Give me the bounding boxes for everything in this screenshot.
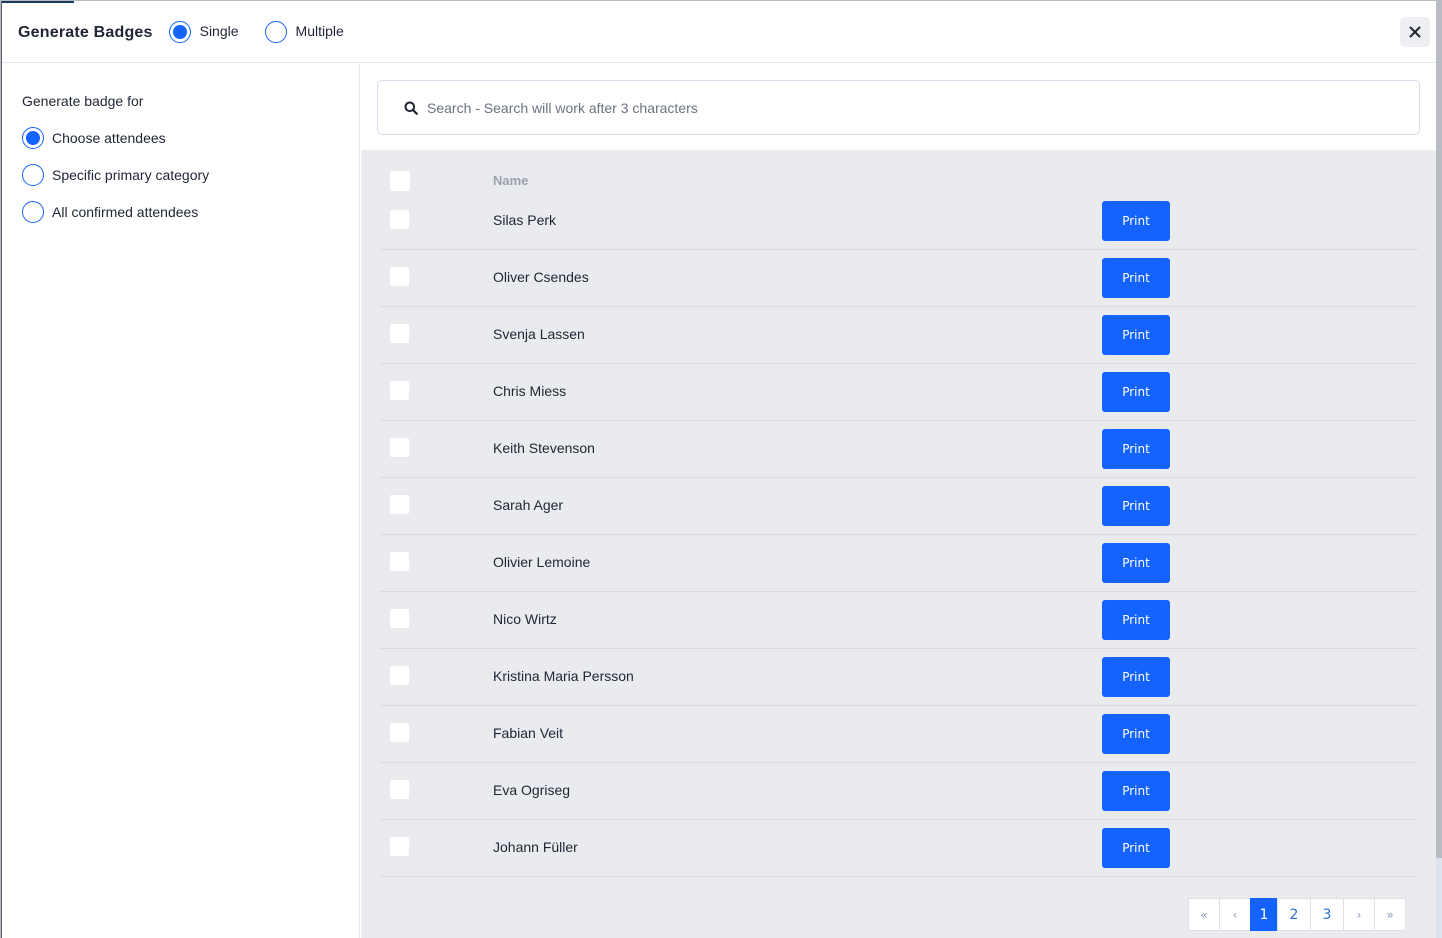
table-row: Olivier Lemoine Print [380, 535, 1418, 592]
attendee-name: Eva Ogriseg [493, 782, 571, 798]
table-row: Oliver Csendes Print [380, 250, 1418, 307]
attendee-table: Name Silas Perk Print Oliver Csendes Print S… [361, 150, 1436, 938]
page-2-button[interactable]: 2 [1277, 898, 1311, 931]
scrollbar[interactable] [1436, 0, 1442, 938]
table-header: Name [361, 171, 1436, 193]
print-button[interactable]: Print [1102, 657, 1170, 697]
modal-header: Generate Badges Single Multiple [2, 1, 1436, 63]
table-row: Silas Perk Print [380, 193, 1418, 250]
attendee-name: Nico Wirtz [493, 611, 557, 627]
attendee-name: Olivier Lemoine [493, 554, 591, 570]
mode-option-multiple[interactable]: Multiple [264, 20, 344, 43]
attendee-name: Sarah Ager [493, 497, 564, 513]
close-icon [1409, 26, 1421, 38]
modal-title: Generate Badges [18, 23, 153, 41]
option-choose-attendees[interactable]: Choose attendees [22, 127, 166, 149]
attendee-name: Oliver Csendes [493, 269, 589, 285]
print-button[interactable]: Print [1102, 429, 1170, 469]
row-checkbox[interactable] [390, 609, 409, 628]
prev-page-button[interactable]: ‹ [1219, 898, 1251, 931]
scrollbar-thumb[interactable] [1436, 858, 1442, 938]
table-row: Keith Stevenson Print [380, 421, 1418, 478]
radio-all-confirmed-attendees[interactable] [22, 201, 44, 223]
option-label: All confirmed attendees [52, 204, 199, 220]
column-header-name: Name [493, 173, 529, 188]
row-checkbox[interactable] [390, 324, 409, 343]
option-label: Specific primary category [52, 167, 210, 183]
table-row: Svenja Lassen Print [380, 307, 1418, 364]
print-button[interactable]: Print [1102, 771, 1170, 811]
generate-badges-modal: Generate Badges Single Multiple Generate… [1, 1, 1436, 938]
main-panel: Name Silas PerkPrintOliver CsendesPrintS… [361, 64, 1436, 938]
next-page-button[interactable]: › [1343, 898, 1375, 931]
attendee-name: Chris Miess [493, 383, 567, 399]
row-checkbox[interactable] [390, 381, 409, 400]
row-checkbox[interactable] [390, 723, 409, 742]
table-row: Nico Wirtz Print [380, 592, 1418, 649]
first-page-button[interactable]: « [1188, 898, 1220, 931]
radio-multiple[interactable] [264, 20, 287, 43]
search-icon [404, 101, 418, 115]
table-row: Kristina Maria Persson Print [380, 649, 1418, 706]
radio-choose-attendees[interactable] [22, 127, 44, 149]
row-checkbox[interactable] [390, 210, 409, 229]
table-row: Eva Ogriseg Print [380, 763, 1418, 820]
print-button[interactable]: Print [1102, 543, 1170, 583]
print-button[interactable]: Print [1102, 372, 1170, 412]
sidebar-title: Generate badge for [22, 93, 144, 109]
row-checkbox[interactable] [390, 552, 409, 571]
close-button[interactable] [1400, 17, 1430, 47]
row-checkbox[interactable] [390, 780, 409, 799]
table-row: Sarah Ager Print [380, 478, 1418, 535]
sidebar: Generate badge for Choose attendees Spec… [2, 64, 360, 938]
print-button[interactable]: Print [1102, 258, 1170, 298]
row-checkbox[interactable] [390, 438, 409, 457]
page-3-button[interactable]: 3 [1310, 898, 1344, 931]
attendee-name: Silas Perk [493, 212, 557, 228]
print-button[interactable]: Print [1102, 486, 1170, 526]
attendee-name: Johann Füller [493, 839, 578, 855]
row-checkbox[interactable] [390, 267, 409, 286]
row-checkbox[interactable] [390, 837, 409, 856]
last-page-button[interactable]: » [1374, 898, 1406, 931]
page-1-button[interactable]: 1 [1250, 898, 1278, 931]
option-label: Choose attendees [52, 130, 166, 146]
print-button[interactable]: Print [1102, 714, 1170, 754]
table-row: Johann Füller Print [380, 820, 1418, 877]
print-button[interactable]: Print [1102, 315, 1170, 355]
radio-single[interactable] [168, 20, 191, 43]
attendee-name: Kristina Maria Persson [493, 668, 634, 684]
print-button[interactable]: Print [1102, 201, 1170, 241]
radio-specific-primary-category[interactable] [22, 164, 44, 186]
search-input[interactable] [427, 99, 1327, 116]
table-row: Chris Miess Print [380, 364, 1418, 421]
mode-option-single[interactable]: Single [168, 20, 239, 43]
row-checkbox[interactable] [390, 666, 409, 685]
row-checkbox[interactable] [390, 495, 409, 514]
mode-option-label: Multiple [295, 22, 344, 39]
attendee-name: Svenja Lassen [493, 326, 585, 342]
table-row: Fabian Veit Print [380, 706, 1418, 763]
attendee-name: Fabian Veit [493, 725, 564, 741]
search-box[interactable] [377, 80, 1420, 135]
attendee-name: Keith Stevenson [493, 440, 595, 456]
print-button[interactable]: Print [1102, 828, 1170, 868]
option-specific-primary-category[interactable]: Specific primary category [22, 164, 209, 186]
option-all-confirmed-attendees[interactable]: All confirmed attendees [22, 201, 198, 223]
select-all-checkbox[interactable] [390, 171, 410, 191]
pagination: « ‹ 1 2 3 › » [1188, 898, 1406, 931]
mode-option-label: Single [199, 22, 239, 39]
print-button[interactable]: Print [1102, 600, 1170, 640]
